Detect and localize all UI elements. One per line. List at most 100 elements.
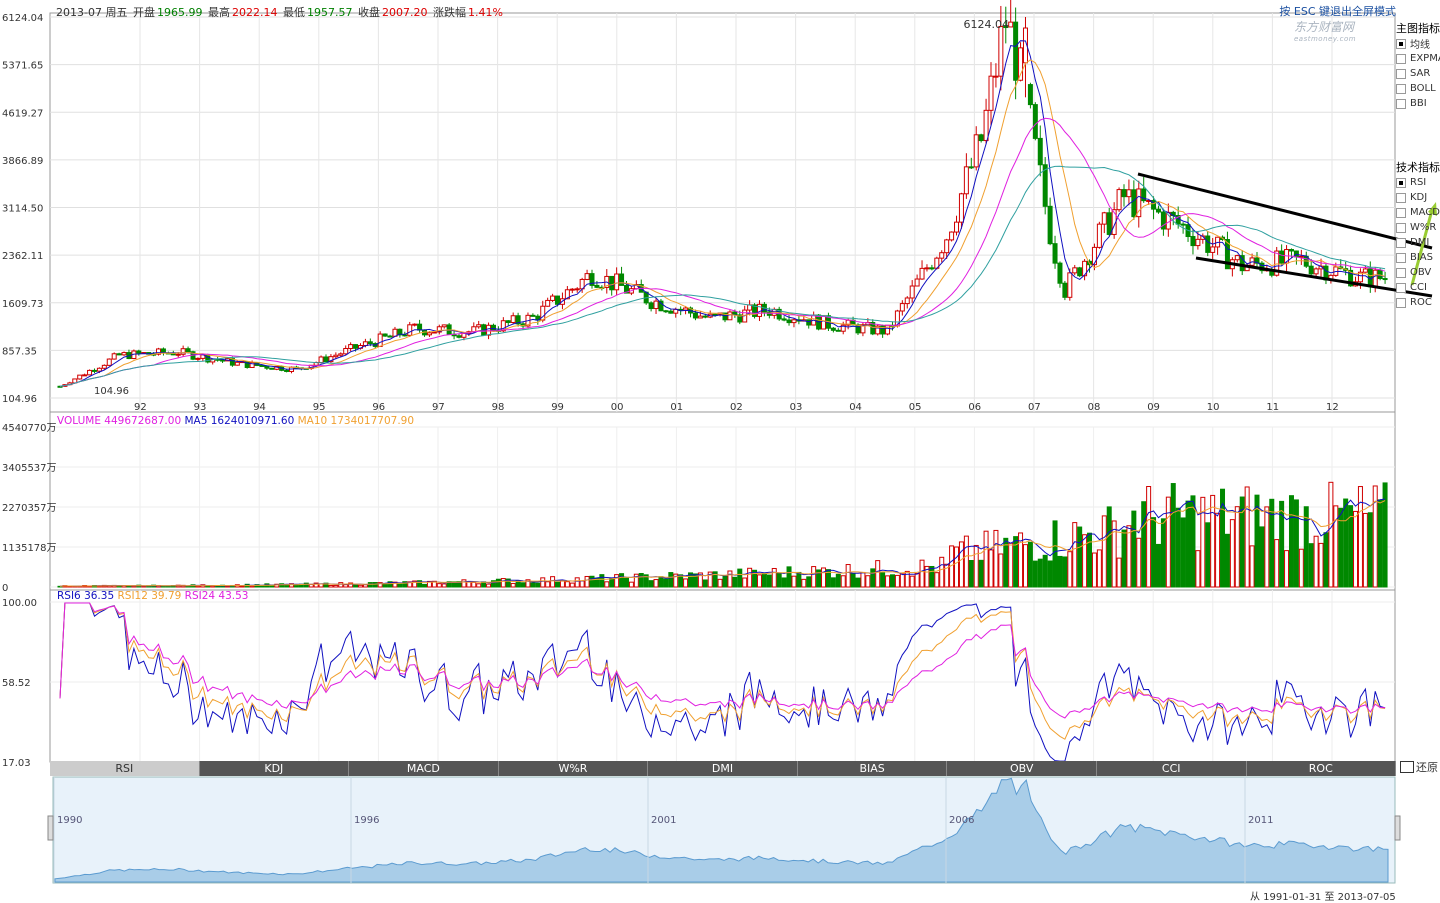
volume-bar bbox=[658, 576, 664, 588]
tab-rsi[interactable]: RSI bbox=[50, 761, 200, 776]
candle-body bbox=[683, 307, 689, 311]
volume-bar bbox=[1047, 560, 1053, 588]
tab-dmi[interactable]: DMI bbox=[648, 761, 798, 776]
tab-obv[interactable]: OBV bbox=[947, 761, 1097, 776]
tech-indicator-roc-option[interactable]: ROC bbox=[1396, 295, 1440, 310]
tab-cci[interactable]: CCI bbox=[1096, 761, 1247, 776]
volume-bar bbox=[1126, 525, 1132, 588]
candle-body bbox=[545, 299, 551, 307]
low-label: 最低 bbox=[282, 6, 305, 19]
volume-bar bbox=[1042, 554, 1048, 588]
volume-bar bbox=[1185, 500, 1191, 588]
checkbox-icon[interactable] bbox=[1396, 222, 1406, 233]
volume-bar bbox=[1215, 512, 1221, 588]
volume-bar bbox=[885, 575, 891, 588]
candle-body bbox=[387, 335, 393, 338]
volume-bar bbox=[1313, 535, 1319, 588]
tech-indicator-rsi-option[interactable]: RSI bbox=[1396, 175, 1440, 190]
checkbox-icon[interactable] bbox=[1396, 237, 1406, 248]
volume-bar bbox=[1259, 526, 1265, 588]
candle-body bbox=[835, 329, 841, 332]
y-tick-label: 1609.73 bbox=[2, 299, 43, 310]
rsi24-value: RSI24 43.53 bbox=[184, 590, 249, 602]
tab-bias[interactable]: BIAS bbox=[797, 761, 948, 776]
volume-bar bbox=[160, 585, 166, 588]
y-tick-label: 3866.89 bbox=[2, 156, 43, 167]
esc-hint[interactable]: 按 ESC 键退出全屏模式 bbox=[1279, 3, 1396, 19]
open-value: 1965.99 bbox=[156, 6, 203, 19]
candle-body bbox=[702, 315, 708, 318]
volume-bar bbox=[1210, 494, 1216, 588]
candle-body bbox=[574, 288, 580, 291]
x-tick-label: 03 bbox=[790, 402, 803, 413]
main-indicator-expma-option[interactable]: EXPMA bbox=[1396, 51, 1440, 66]
volume-bar bbox=[786, 566, 792, 588]
checkbox-icon[interactable] bbox=[1396, 297, 1406, 308]
tech-indicator-wr-option[interactable]: W%R bbox=[1396, 220, 1440, 235]
checkbox-icon[interactable] bbox=[1396, 282, 1406, 293]
volume-bar bbox=[978, 559, 984, 588]
main-indicator-option-label: BOLL bbox=[1410, 83, 1436, 94]
checkbox-icon[interactable] bbox=[1396, 252, 1406, 263]
candle-body bbox=[284, 369, 290, 372]
x-tick-label: 94 bbox=[253, 402, 266, 413]
volume-bar bbox=[619, 573, 625, 588]
main-indicator--option[interactable]: 均线 bbox=[1396, 36, 1440, 51]
candle-body bbox=[318, 356, 324, 363]
volume-bar bbox=[668, 572, 674, 588]
candle-body bbox=[914, 278, 920, 287]
y-tick-label: 2362.11 bbox=[2, 251, 43, 262]
restore-button[interactable]: 还原 bbox=[1400, 759, 1438, 775]
candle-body bbox=[417, 323, 423, 331]
tech-indicator-kdj-option[interactable]: KDJ bbox=[1396, 190, 1440, 205]
tab-kdj[interactable]: KDJ bbox=[199, 761, 350, 776]
candle-body bbox=[259, 364, 265, 367]
checkbox-icon[interactable] bbox=[1396, 38, 1406, 49]
candle-body bbox=[1077, 267, 1083, 277]
volume-bar bbox=[904, 570, 910, 588]
main-indicator-sar-option[interactable]: SAR bbox=[1396, 66, 1440, 81]
volume-bar bbox=[648, 580, 654, 588]
checkbox-icon[interactable] bbox=[1396, 207, 1406, 218]
open-label: 开盘 bbox=[132, 6, 155, 19]
checkbox-icon[interactable] bbox=[1396, 83, 1406, 94]
tech-indicator-macd-option[interactable]: MACD bbox=[1396, 205, 1440, 220]
volume-bar bbox=[1062, 556, 1068, 588]
tab-macd[interactable]: MACD bbox=[349, 761, 499, 776]
tech-indicator-bias-option[interactable]: BIAS bbox=[1396, 250, 1440, 265]
tab-wr[interactable]: W%R bbox=[498, 761, 649, 776]
x-tick-label: 01 bbox=[670, 402, 683, 413]
volume-bar bbox=[909, 575, 915, 588]
candle-body bbox=[111, 353, 117, 360]
volume-value: VOLUME 449672687.00 bbox=[57, 415, 182, 427]
volume-bar bbox=[865, 575, 871, 588]
candle-body bbox=[101, 364, 107, 369]
candle-body bbox=[510, 315, 516, 323]
checkbox-icon[interactable] bbox=[1396, 53, 1406, 64]
checkbox-icon[interactable] bbox=[1396, 68, 1406, 79]
volume-bar bbox=[293, 584, 299, 588]
checkbox-icon[interactable] bbox=[1396, 98, 1406, 109]
candle-body bbox=[1096, 223, 1102, 248]
volume-bar bbox=[717, 578, 723, 588]
volume-bar bbox=[1323, 532, 1329, 588]
checkbox-icon[interactable] bbox=[1396, 192, 1406, 203]
checkbox-icon[interactable] bbox=[1396, 177, 1406, 188]
candle-body bbox=[727, 311, 733, 321]
tech-indicator-dmi-option[interactable]: DMI bbox=[1396, 235, 1440, 250]
volume-bar bbox=[362, 584, 368, 588]
tech-indicator-option-label: DMI bbox=[1410, 237, 1430, 248]
main-indicator-bbi-option[interactable]: BBI bbox=[1396, 96, 1440, 111]
tab-roc[interactable]: ROC bbox=[1246, 761, 1397, 776]
candle-body bbox=[924, 267, 930, 270]
candle-body bbox=[431, 331, 437, 334]
tech-indicator-option-label: CCI bbox=[1410, 282, 1427, 293]
volume-bar bbox=[1111, 520, 1117, 588]
main-indicator-option-label: 均线 bbox=[1410, 40, 1430, 51]
tech-indicator-obv-option[interactable]: OBV bbox=[1396, 265, 1440, 280]
low-annotation: 104.96 bbox=[94, 386, 129, 397]
tech-indicator-cci-option[interactable]: CCI bbox=[1396, 280, 1440, 295]
checkbox-icon[interactable] bbox=[1396, 267, 1406, 278]
main-indicator-boll-option[interactable]: BOLL bbox=[1396, 81, 1440, 96]
candle-body bbox=[87, 369, 93, 376]
